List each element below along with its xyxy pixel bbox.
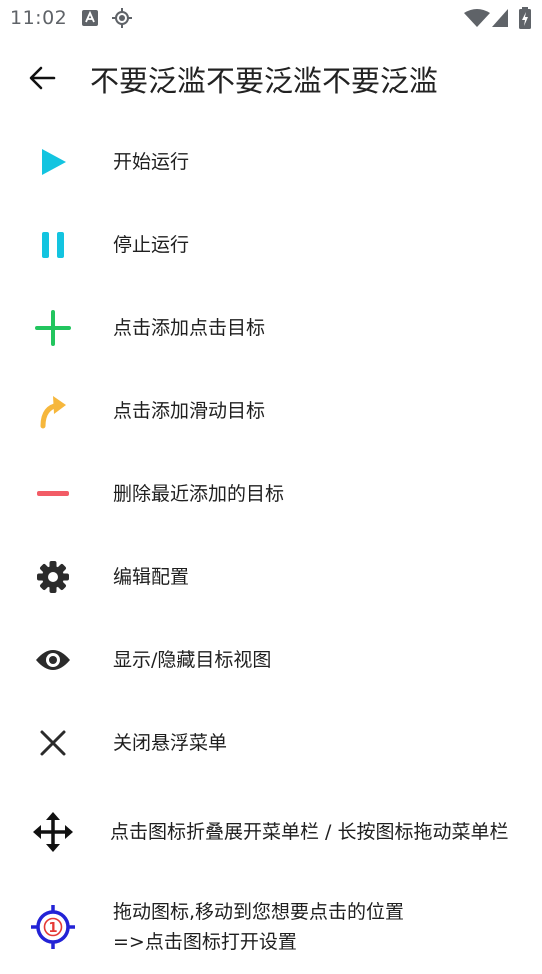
menu-item-delete-recent-target[interactable]: 删除最近添加的目标 (0, 452, 542, 535)
menu-item-label: 关闭悬浮菜单 (113, 731, 228, 754)
status-bar: 11:02 (0, 0, 542, 36)
plus-icon (23, 298, 83, 358)
menu-item-label: 点击图标折叠展开菜单栏 / 长按图标拖动菜单栏 (110, 820, 509, 843)
location-target-icon (112, 8, 132, 32)
menu-item-toggle-target-view[interactable]: 显示/隐藏目标视图 (0, 618, 542, 701)
play-icon (23, 132, 83, 192)
swipe-arrow-icon (23, 381, 83, 441)
close-icon (23, 713, 83, 773)
target-one-icon: 1 (23, 897, 83, 957)
arrow-left-icon (28, 64, 56, 96)
menu-item-label: 删除最近添加的目标 (113, 482, 285, 505)
menu-item-label: 停止运行 (113, 233, 190, 256)
menu-item-label: 点击添加滑动目标 (113, 399, 266, 422)
menu-item-toggle-menu-bar[interactable]: 点击图标折叠展开菜单栏 / 长按图标拖动菜单栏 (0, 784, 542, 879)
pause-icon (23, 215, 83, 275)
gear-icon (23, 547, 83, 607)
status-time: 11:02 (10, 7, 68, 29)
menu-item-target-hint[interactable]: 1 拖动图标,移动到您想要点击的位置 =>点击图标打开设置 (0, 879, 542, 974)
back-button[interactable] (22, 60, 62, 100)
menu-item-label: 开始运行 (113, 150, 190, 173)
minus-icon (23, 464, 83, 524)
menu-item-label: 编辑配置 (113, 565, 190, 588)
menu-list: 开始运行 停止运行 点击添加点击目标 点击添加滑动目标 删除最近添加的目标 编辑… (0, 120, 542, 974)
app-bar: 不要泛滥不要泛滥不要泛滥 (0, 40, 542, 120)
target-badge: 1 (48, 921, 57, 936)
menu-item-add-swipe-target[interactable]: 点击添加滑动目标 (0, 369, 542, 452)
menu-item-start[interactable]: 开始运行 (0, 120, 542, 203)
wifi-icon (464, 9, 490, 31)
menu-item-edit-config[interactable]: 编辑配置 (0, 535, 542, 618)
battery-charging-icon (519, 7, 531, 33)
menu-item-label: 拖动图标,移动到您想要点击的位置 =>点击图标打开设置 (113, 900, 405, 953)
menu-item-add-click-target[interactable]: 点击添加点击目标 (0, 286, 542, 369)
eye-icon (23, 630, 83, 690)
menu-item-label: 点击添加点击目标 (113, 316, 266, 339)
signal-icon (492, 9, 508, 31)
menu-item-label: 显示/隐藏目标视图 (113, 648, 272, 671)
menu-item-stop[interactable]: 停止运行 (0, 203, 542, 286)
notification-a-icon (82, 10, 98, 30)
page-title: 不要泛滥不要泛滥不要泛滥 (90, 64, 439, 98)
move-icon (23, 802, 83, 862)
menu-item-close-floating-menu[interactable]: 关闭悬浮菜单 (0, 701, 542, 784)
